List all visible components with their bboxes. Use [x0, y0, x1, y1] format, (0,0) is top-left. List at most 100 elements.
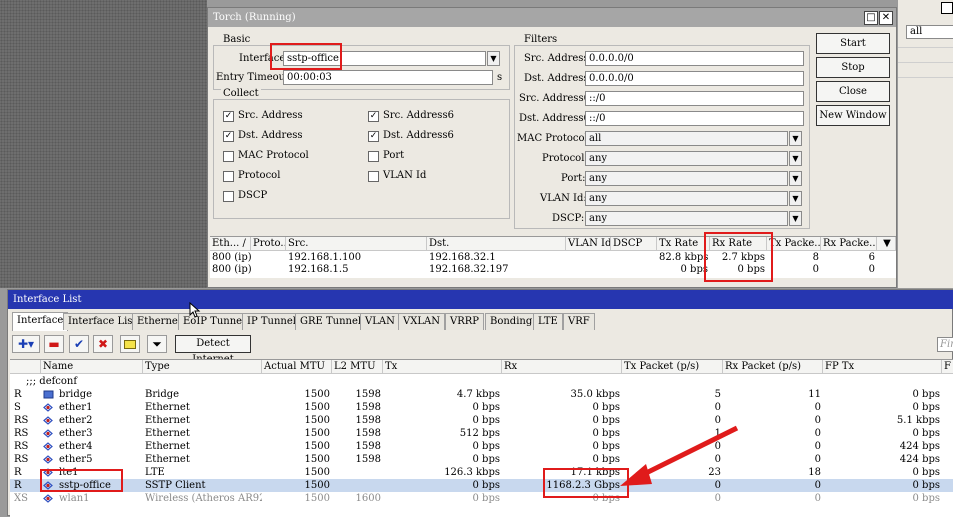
- detect-internet-button[interactable]: Detect Internet: [175, 335, 251, 365]
- dscp-dropdown-button[interactable]: ▼: [789, 211, 802, 226]
- interface-dropdown-button[interactable]: ▼: [487, 51, 500, 66]
- collect-dscp-checkbox[interactable]: [223, 191, 234, 202]
- column-header-tx-packets[interactable]: Tx Packe...: [767, 237, 821, 251]
- close-window-button[interactable]: ✕: [879, 11, 893, 25]
- collect-protocol-checkbox[interactable]: [223, 171, 234, 182]
- enable-button[interactable]: ✔: [69, 335, 89, 353]
- tab-vrf[interactable]: VRF: [563, 313, 595, 330]
- stop-button[interactable]: Stop: [816, 57, 890, 78]
- filter-button[interactable]: ⏷: [147, 335, 167, 353]
- interface-table: Name Type Actual MTU L2 MTU Tx Rx Tx Pac…: [10, 359, 953, 517]
- column-header-flags[interactable]: [10, 360, 41, 374]
- mac-protocol-dropdown-button[interactable]: ▼: [789, 131, 802, 146]
- table-cell-mtu: 1500: [304, 454, 330, 465]
- filter-mac-protocol-select[interactable]: all: [585, 131, 788, 146]
- new-window-button[interactable]: New Window: [816, 105, 890, 126]
- interface-icon: [43, 494, 54, 503]
- collect-mac-protocol-checkbox[interactable]: [223, 151, 234, 162]
- start-button[interactable]: Start: [816, 33, 890, 54]
- table-row[interactable]: Rlte1 LTE 1500 126.3 kbps 17.1 kbps 23 18 0 bps: [10, 466, 953, 479]
- column-header-fp-tx[interactable]: FP Tx: [823, 360, 942, 374]
- table-cell-type: Ethernet: [145, 454, 190, 465]
- table-row[interactable]: Sether1 Ethernet 1500 1598 0 bps 0 bps 0 0 0 bps: [10, 401, 953, 414]
- chevron-down-icon: ▼: [792, 194, 799, 203]
- interface-list-titlebar[interactable]: Interface List: [8, 290, 953, 309]
- table-cell-fptx: 0 bps: [912, 480, 940, 491]
- column-header-rx[interactable]: Rx: [502, 360, 622, 374]
- column-header-tx-rate[interactable]: Tx Rate: [657, 237, 710, 251]
- filter-dst-address6-field[interactable]: ::/0: [585, 111, 804, 126]
- filter-vlan-id-select[interactable]: any: [585, 191, 788, 206]
- tab-gre-tunnel[interactable]: GRE Tunnel: [295, 313, 367, 330]
- protocol-dropdown-button[interactable]: ▼: [789, 151, 802, 166]
- table-cell-flag: R: [14, 480, 22, 491]
- column-header-vlan-id[interactable]: VLAN Id: [566, 237, 611, 251]
- table-cell-mtu: 1500: [304, 441, 330, 452]
- remove-button[interactable]: ▬: [44, 335, 64, 353]
- column-header-src[interactable]: Src.: [286, 237, 427, 251]
- collect-vlan-id-checkbox[interactable]: [368, 171, 379, 182]
- find-input[interactable]: Fin: [937, 337, 953, 352]
- table-cell-type: Ethernet: [145, 402, 190, 413]
- collect-src-address6-checkbox[interactable]: ✓: [368, 111, 379, 122]
- collect-dst-address-checkbox[interactable]: ✓: [223, 131, 234, 142]
- table-row[interactable]: RS ether3 Ethernet 1500 1598 512 bps 0 bps 1 0 0 …: [10, 427, 953, 440]
- column-header-rx-packet[interactable]: Rx Packet (p/s): [723, 360, 823, 374]
- window-title: Torch (Running): [213, 12, 296, 23]
- comment-button[interactable]: [120, 335, 140, 353]
- add-button[interactable]: ✚▾: [12, 335, 40, 353]
- filter-input[interactable]: all: [906, 25, 953, 39]
- port-dropdown-button[interactable]: ▼: [789, 171, 802, 186]
- table-row[interactable]: Rbridge Bridge 1500 1598 4.7 kbps 35.0 kbps 5 1…: [10, 388, 953, 401]
- column-header-actual-mtu[interactable]: Actual MTU: [262, 360, 332, 374]
- column-header-eth[interactable]: Eth... /: [210, 237, 251, 251]
- table-row[interactable]: RS ether4 Ethernet 1500 1598 0 bps 0 bps 0 0 424 …: [10, 440, 953, 453]
- tab-bonding[interactable]: Bonding: [485, 313, 538, 330]
- close-button[interactable]: Close: [816, 81, 890, 102]
- column-header-dst[interactable]: Dst.: [427, 237, 566, 251]
- maximize-icon: □: [866, 12, 876, 23]
- collect-port-checkbox[interactable]: [368, 151, 379, 162]
- filter-src-address6-field[interactable]: ::/0: [585, 91, 804, 106]
- table-cell: 82.8 kbps: [659, 252, 709, 263]
- entry-timeout-field[interactable]: 00:00:03: [283, 70, 493, 85]
- highlight-box: [270, 43, 342, 70]
- table-cell: 192.168.1.100: [288, 252, 362, 263]
- table-cell-l2mtu: [332, 466, 383, 479]
- filter-dscp-select[interactable]: any: [585, 211, 788, 226]
- column-header-fp-rx[interactable]: F: [942, 360, 953, 374]
- maximize-button[interactable]: □: [864, 11, 878, 25]
- filter-dst-address-field[interactable]: 0.0.0.0/0: [585, 71, 804, 86]
- table-row[interactable]: RS ether2 Ethernet 1500 1598 0 bps 0 bps 0 0 5.1 …: [10, 414, 953, 427]
- tab-vxlan[interactable]: VXLAN: [398, 313, 445, 330]
- column-header-tx[interactable]: Tx: [383, 360, 502, 374]
- tab-interface-list[interactable]: Interface List: [63, 313, 142, 330]
- column-header-name[interactable]: Name: [41, 360, 143, 374]
- tab-ip-tunnel[interactable]: IP Tunnel: [242, 313, 301, 330]
- collect-dst-address6-checkbox[interactable]: ✓: [368, 131, 379, 142]
- disable-button[interactable]: ✖: [93, 335, 113, 353]
- filter-src-address-field[interactable]: 0.0.0.0/0: [585, 51, 804, 66]
- tab-lte[interactable]: LTE: [533, 313, 563, 330]
- torch-titlebar[interactable]: Torch (Running): [208, 8, 896, 27]
- column-header-proto[interactable]: Proto...: [251, 237, 286, 251]
- table-cell-mtu: 1500: [304, 428, 330, 439]
- column-header-l2-mtu[interactable]: L2 MTU: [332, 360, 383, 374]
- vlan-id-dropdown-button[interactable]: ▼: [789, 191, 802, 206]
- collect-src-address-checkbox[interactable]: ✓: [223, 111, 234, 122]
- table-cell-l2mtu: 1598: [355, 402, 381, 413]
- column-header-tx-packet[interactable]: Tx Packet (p/s): [622, 360, 723, 374]
- table-row[interactable]: RS ether5 Ethernet 1500 1598 0 bps 0 bps 0 0 424 …: [10, 453, 953, 466]
- table-row[interactable]: XS wlan1 Wireless (Atheros AR92xx) 1500 1600…: [10, 492, 953, 505]
- column-header-type[interactable]: Type: [143, 360, 262, 374]
- filter-port-select[interactable]: any: [585, 171, 788, 186]
- filter-protocol-select[interactable]: any: [585, 151, 788, 166]
- column-menu-button[interactable]: ▼: [877, 237, 896, 251]
- tab-interface[interactable]: Interface: [12, 312, 69, 331]
- table-row[interactable]: Rsstp-office SSTP Client 1500 0 bps 1168.2.3…: [10, 479, 953, 492]
- column-header-rx-packets[interactable]: Rx Packe...: [821, 237, 877, 251]
- maximize-icon[interactable]: [941, 2, 953, 14]
- column-header-dscp[interactable]: DSCP: [611, 237, 657, 251]
- tab-vlan[interactable]: VLAN: [360, 313, 400, 330]
- tab-vrrp[interactable]: VRRP: [445, 313, 485, 330]
